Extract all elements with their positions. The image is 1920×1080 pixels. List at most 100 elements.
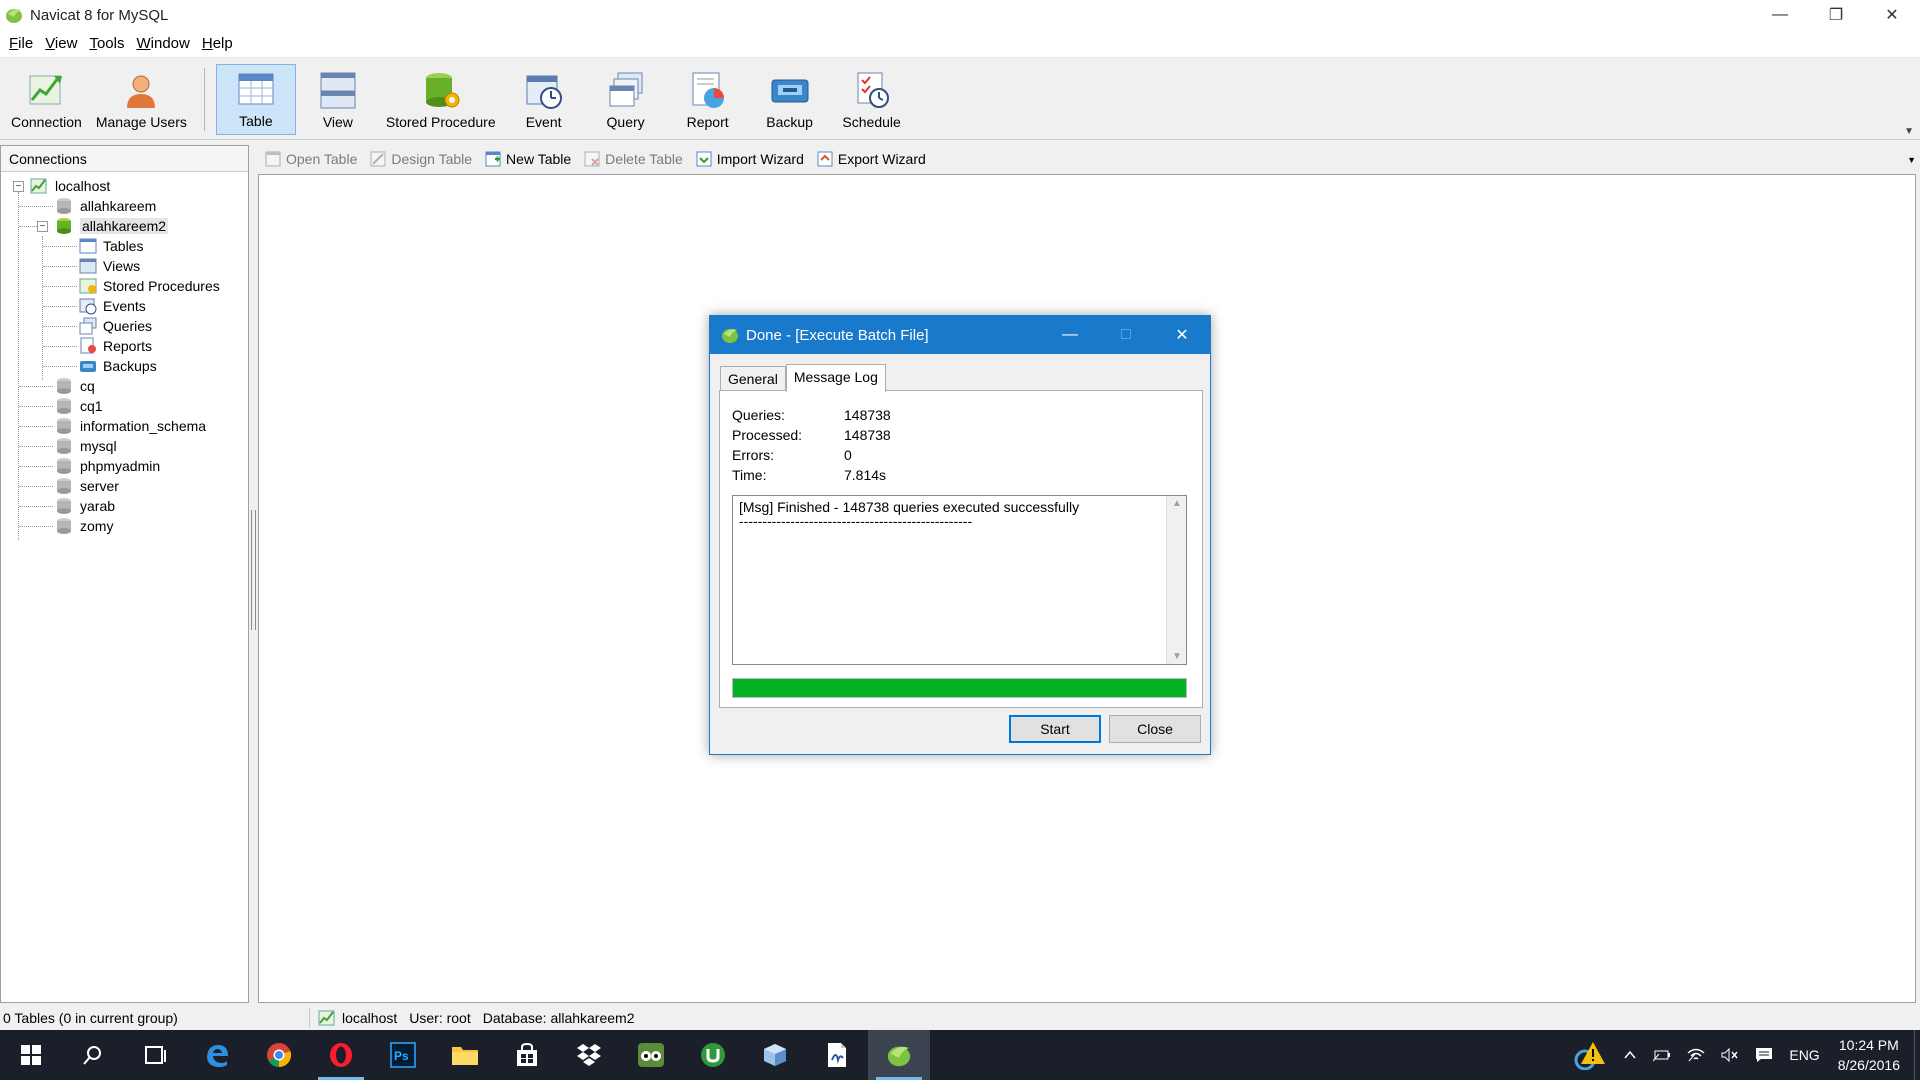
event-button[interactable]: Event — [504, 64, 584, 135]
tree-database-information-schema[interactable]: information_schema — [1, 416, 248, 436]
tray-wifi[interactable] — [1687, 1048, 1705, 1062]
taskbar-tripadvisor[interactable] — [620, 1030, 682, 1080]
tree-database-mysql[interactable]: mysql — [1, 436, 248, 456]
toolbar-overflow-icon[interactable]: ▼ — [1904, 126, 1914, 137]
design-table-button[interactable]: Design Table — [369, 150, 472, 168]
dialog-close-icon[interactable]: ✕ — [1154, 316, 1210, 354]
tree-database-server[interactable]: server — [1, 476, 248, 496]
show-desktop-button[interactable] — [1914, 1030, 1920, 1080]
tray-language[interactable]: ENG — [1789, 1047, 1819, 1063]
taskbar-navicat[interactable] — [868, 1030, 930, 1080]
dialog-tabs: General Message Log — [720, 364, 886, 392]
tab-message-log[interactable]: Message Log — [785, 364, 886, 392]
opera-browser-icon — [330, 1043, 352, 1067]
event-icon — [526, 75, 562, 109]
taskbar-file-explorer[interactable] — [434, 1030, 496, 1080]
close-button[interactable]: Close — [1109, 715, 1201, 743]
export-wizard-button[interactable]: Export Wizard — [816, 150, 926, 168]
tree-node-events[interactable]: Events — [1, 296, 248, 316]
tree-database-cq1[interactable]: cq1 — [1, 396, 248, 416]
scroll-down-icon[interactable]: ▼ — [1167, 651, 1187, 662]
tree-node-tables[interactable]: Tables — [1, 236, 248, 256]
taskbar-chrome[interactable] — [248, 1030, 310, 1080]
taskbar-pdf-app[interactable] — [806, 1030, 868, 1080]
tray-clock[interactable]: 10:24 PM 8/26/2016 — [1838, 1035, 1900, 1075]
menu-view[interactable]: View — [39, 35, 83, 52]
database-open-icon — [57, 218, 71, 234]
log-scrollbar[interactable]: ▲ ▼ — [1166, 496, 1186, 664]
tray-action-center[interactable] — [1755, 1047, 1773, 1063]
tree-database-phpmyadmin[interactable]: phpmyadmin — [1, 456, 248, 476]
tree-node-queries[interactable]: Queries — [1, 316, 248, 336]
tree-node-reports[interactable]: Reports — [1, 336, 248, 356]
splitter-grip[interactable] — [251, 510, 256, 630]
taskbar-edge[interactable] — [186, 1030, 248, 1080]
close-window-button[interactable]: ✕ — [1864, 0, 1920, 30]
database-closed-icon — [57, 438, 71, 454]
message-log-textbox[interactable]: [Msg] Finished - 148738 queries executed… — [732, 495, 1187, 665]
taskbar-virtualbox[interactable] — [744, 1030, 806, 1080]
tray-update-warning[interactable] — [1573, 1040, 1607, 1070]
new-table-button[interactable]: New Table — [484, 150, 571, 168]
taskbar-opera[interactable] — [310, 1030, 372, 1080]
stored-procedure-button[interactable]: Stored Procedure — [380, 64, 502, 135]
tripadvisor-icon — [638, 1043, 664, 1067]
import-wizard-button[interactable]: Import Wizard — [695, 150, 804, 168]
schedule-button[interactable]: Schedule — [832, 64, 912, 135]
tree-database-zomy[interactable]: zomy — [1, 516, 248, 536]
tree-node-stored-procedures[interactable]: Stored Procedures — [1, 276, 248, 296]
menu-file[interactable]: File — [3, 35, 39, 52]
scroll-up-icon[interactable]: ▲ — [1167, 498, 1187, 509]
database-closed-icon — [57, 418, 71, 434]
connection-button[interactable]: Connection — [5, 64, 88, 135]
manage-users-button[interactable]: Manage Users — [90, 64, 193, 135]
search-button[interactable] — [62, 1030, 124, 1080]
query-icon — [609, 72, 643, 107]
open-table-icon — [265, 151, 281, 167]
tree-database-allahkareem2[interactable]: − allahkareem2 — [1, 216, 248, 236]
chrome-browser-icon — [267, 1043, 292, 1068]
menu-help[interactable]: Help — [196, 35, 239, 52]
tree-database-cq[interactable]: cq — [1, 376, 248, 396]
taskbar-store[interactable] — [496, 1030, 558, 1080]
dialog-maximize-button[interactable]: □ — [1098, 316, 1154, 354]
tray-volume-muted[interactable] — [1721, 1048, 1739, 1062]
tree-node-backups[interactable]: Backups — [1, 356, 248, 376]
tray-show-hidden-icons[interactable] — [1623, 1048, 1637, 1062]
report-button[interactable]: Report — [668, 64, 748, 135]
view-button[interactable]: View — [298, 64, 378, 135]
tree-database-yarab[interactable]: yarab — [1, 496, 248, 516]
task-view-button[interactable] — [124, 1030, 186, 1080]
tree-database-allahkareem[interactable]: allahkareem — [1, 196, 248, 216]
query-icon — [79, 317, 97, 335]
panel-splitter[interactable] — [250, 145, 258, 1003]
tray-battery[interactable] — [1653, 1048, 1671, 1062]
start-button[interactable]: Start — [1009, 715, 1101, 743]
open-table-button[interactable]: Open Table — [264, 150, 357, 168]
log-line: [Msg] Finished - 148738 queries executed… — [739, 499, 1080, 515]
tab-general[interactable]: General — [720, 366, 786, 392]
report-icon — [80, 337, 96, 354]
new-table-icon — [485, 151, 501, 167]
minimize-button[interactable]: — — [1752, 0, 1808, 30]
menu-window[interactable]: Window — [130, 35, 195, 52]
taskbar-photoshop[interactable]: Ps — [372, 1030, 434, 1080]
menu-tools[interactable]: Tools — [83, 35, 130, 52]
query-button[interactable]: Query — [586, 64, 666, 135]
backup-button[interactable]: Backup — [750, 64, 830, 135]
tree-node-views[interactable]: Views — [1, 256, 248, 276]
object-toolbar-overflow-icon[interactable]: ▼ — [1907, 155, 1916, 165]
taskbar-utorrent[interactable] — [682, 1030, 744, 1080]
delete-table-button[interactable]: Delete Table — [583, 150, 683, 168]
taskbar-dropbox[interactable] — [558, 1030, 620, 1080]
database-closed-icon — [57, 478, 71, 494]
tree-server-localhost[interactable]: − localhost — [1, 176, 248, 196]
dropbox-icon — [577, 1044, 601, 1066]
dialog-minimize-button[interactable]: — — [1042, 316, 1098, 354]
table-button[interactable]: Table — [215, 64, 296, 135]
start-button[interactable] — [0, 1030, 62, 1080]
collapse-icon[interactable]: − — [13, 180, 24, 192]
collapse-icon[interactable]: − — [37, 220, 48, 232]
dialog-title-bar[interactable]: Done - [Execute Batch File] — □ ✕ — [710, 316, 1210, 354]
restore-button[interactable]: ❐ — [1808, 0, 1864, 30]
